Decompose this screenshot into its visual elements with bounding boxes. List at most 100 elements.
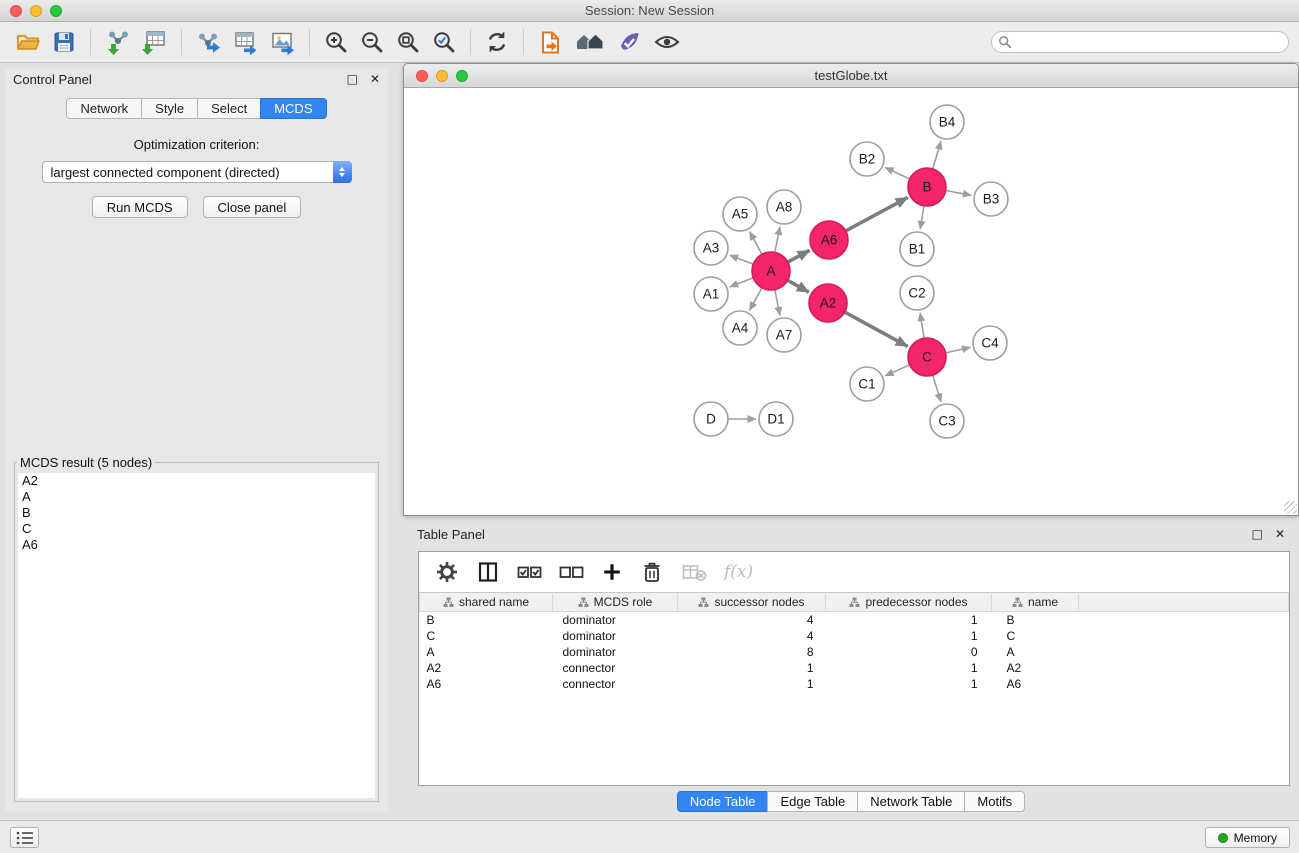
tab-node-table[interactable]: Node Table [677,791,769,812]
table-cell[interactable]: A6 [420,676,553,692]
graph-edge-B-B4[interactable] [933,141,942,169]
run-mcds-button[interactable]: Run MCDS [92,196,188,218]
delete-column-button[interactable] [640,560,664,584]
graph-node-A5[interactable]: A5 [723,197,757,231]
float-panel-button[interactable]: □ [347,73,358,85]
zoom-out-button[interactable] [359,26,385,58]
table-row[interactable]: Adominator80A [420,644,1289,660]
table-cell[interactable]: C [420,628,553,644]
graph-edge-A2-C[interactable] [845,312,908,346]
graph-node-C4[interactable]: C4 [973,326,1007,360]
graph-node-B2[interactable]: B2 [850,142,884,176]
select-all-rows-button[interactable] [517,560,542,584]
graph-node-D[interactable]: D [694,402,728,436]
close-network-window-button[interactable] [416,70,428,82]
graph-node-D1[interactable]: D1 [759,402,793,436]
table-cell[interactable]: 1 [678,676,826,692]
graph-edge-A-A5[interactable] [750,232,762,255]
graph-edge-A-A2[interactable] [788,280,809,292]
tab-edge-table[interactable]: Edge Table [767,791,858,812]
mcds-result-item[interactable]: B [18,505,375,521]
graph-edge-A-A3[interactable] [730,255,754,264]
graph-node-A1[interactable]: A1 [694,277,728,311]
criterion-select[interactable]: largest connected component (directed) [42,161,352,183]
table-cell[interactable]: A2 [992,660,1079,676]
import-table-button[interactable] [141,26,168,58]
tab-network-table[interactable]: Network Table [857,791,965,812]
graph-edge-C-C2[interactable] [920,313,924,338]
graph-node-A8[interactable]: A8 [767,190,801,224]
mcds-result-item[interactable]: A6 [18,537,375,553]
table-cell[interactable]: dominator [553,644,678,660]
import-network-button[interactable] [104,26,131,58]
graph-edge-A-A7[interactable] [775,290,780,316]
graph-edge-B-B1[interactable] [920,206,924,229]
graph-node-A[interactable]: A [752,252,790,290]
graph-node-B4[interactable]: B4 [930,105,964,139]
graph-node-A2[interactable]: A2 [809,284,847,322]
minimize-window-button[interactable] [30,5,42,17]
create-column-button[interactable] [601,561,623,583]
zoom-window-button[interactable] [50,5,62,17]
float-table-panel-button[interactable]: □ [1252,528,1263,540]
export-image-button[interactable] [269,26,296,58]
graphics-details-button[interactable] [653,26,681,58]
table-cell[interactable]: 1 [826,676,992,692]
table-cell[interactable]: dominator [553,612,678,629]
graph-edge-C-C4[interactable] [946,347,971,353]
table-cell[interactable]: connector [553,660,678,676]
table-cell[interactable]: B [992,612,1079,629]
table-cell[interactable]: dominator [553,628,678,644]
search-input[interactable] [991,31,1289,53]
refresh-layout-button[interactable] [484,26,510,58]
close-panel-button[interactable]: ✕ [370,73,380,85]
column-header[interactable]: MCDS role [553,593,678,612]
graph-edge-C-C3[interactable] [933,375,941,402]
graph-node-A7[interactable]: A7 [767,318,801,352]
table-cell[interactable]: 1 [826,612,992,629]
graph-edge-B-B3[interactable] [946,191,972,196]
graph-node-C2[interactable]: C2 [900,276,934,310]
tab-motifs[interactable]: Motifs [964,791,1025,812]
table-cell[interactable]: 1 [826,628,992,644]
graph-edge-A6-B[interactable] [846,197,908,230]
table-row[interactable]: A2connector11A2 [420,660,1289,676]
close-window-button[interactable] [10,5,22,17]
column-header[interactable]: shared name [420,593,553,612]
table-settings-button[interactable] [435,560,459,584]
mcds-result-item[interactable]: A2 [18,473,375,489]
graph-edge-A-A1[interactable] [730,278,754,287]
network-canvas[interactable]: B4B2BB3A5A8A6A3B1AC2A1A2A4A7C4CC1C3DD1 [404,88,1298,515]
table-cell[interactable]: 4 [678,612,826,629]
mcds-result-list[interactable]: A2ABCA6 [18,473,375,798]
table-cell[interactable]: A2 [420,660,553,676]
graph-edge-B-B2[interactable] [885,167,910,179]
zoom-selected-button[interactable] [431,26,457,58]
table-cell[interactable]: 1 [826,660,992,676]
graph-node-A4[interactable]: A4 [723,311,757,345]
export-network-button[interactable] [195,26,222,58]
function-builder-button[interactable]: f(x) [724,562,753,582]
network-window-titlebar[interactable]: testGlobe.txt [404,64,1298,88]
minimize-network-window-button[interactable] [436,70,448,82]
open-session-button[interactable] [15,26,41,58]
close-mcds-panel-button[interactable]: Close panel [203,196,302,218]
zoom-network-window-button[interactable] [456,70,468,82]
zoom-fit-button[interactable] [395,26,421,58]
graph-edge-A-A4[interactable] [750,288,762,311]
window-resize-grip[interactable] [1284,501,1297,514]
show-columns-button[interactable] [476,560,500,584]
task-history-button[interactable] [10,827,39,848]
table-row[interactable]: Cdominator41C [420,628,1289,644]
graph-node-B3[interactable]: B3 [974,182,1008,216]
table-cell[interactable]: 8 [678,644,826,660]
table-cell[interactable]: C [992,628,1079,644]
save-session-button[interactable] [51,26,77,58]
zoom-in-button[interactable] [323,26,349,58]
deselect-all-rows-button[interactable] [559,560,584,584]
graph-node-B1[interactable]: B1 [900,232,934,266]
table-cell[interactable]: 0 [826,644,992,660]
mcds-result-item[interactable]: A [18,489,375,505]
tab-network[interactable]: Network [66,98,142,119]
column-header[interactable]: predecessor nodes [826,593,992,612]
